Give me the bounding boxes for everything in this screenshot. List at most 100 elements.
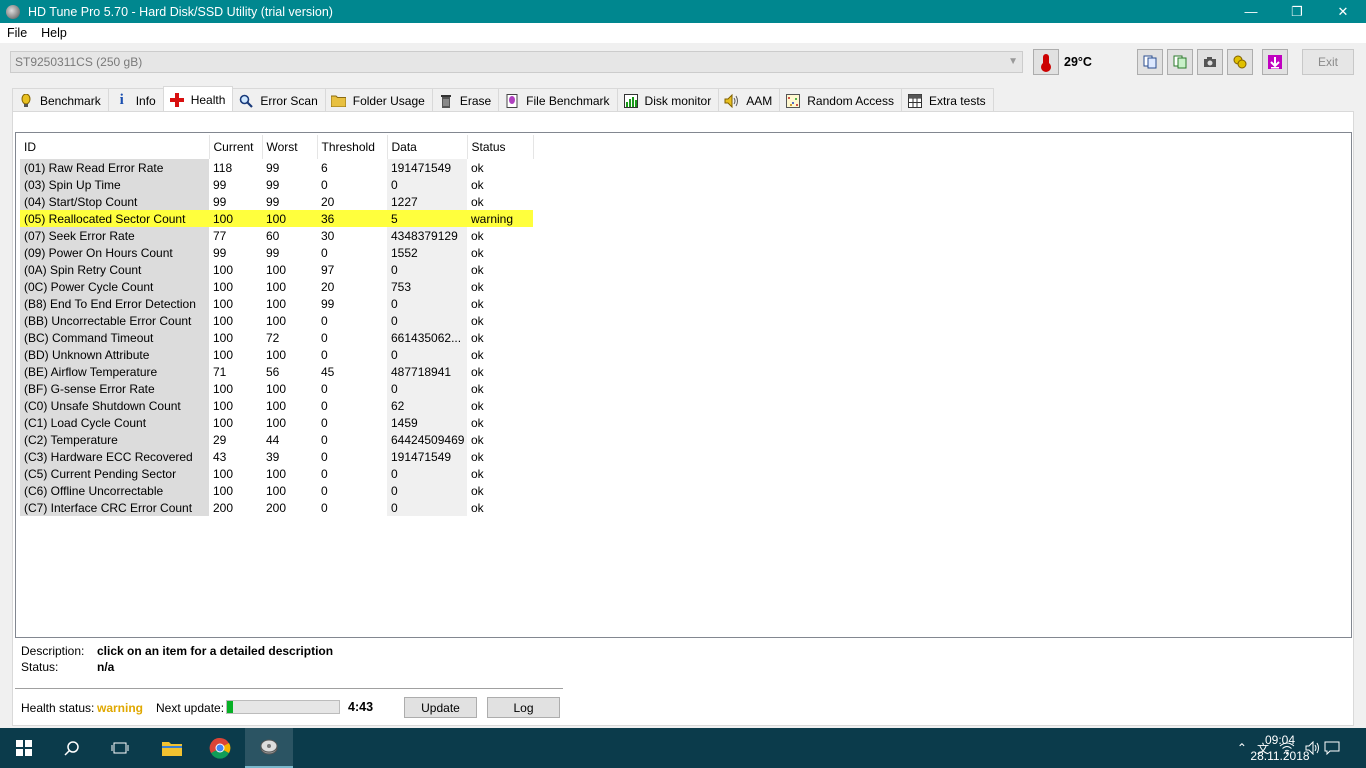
start-button[interactable] <box>0 728 48 768</box>
tab-health[interactable]: Health <box>162 86 234 112</box>
table-row[interactable]: (05) Reallocated Sector Count 100 100 36 5 wa… <box>20 210 533 227</box>
options-button[interactable] <box>1227 49 1253 75</box>
table-row[interactable]: (C5) Current Pending Sector 100 100 0 0 ok <box>20 465 533 482</box>
close-button[interactable]: ✕ <box>1320 0 1366 23</box>
cell-status: ok <box>471 381 484 396</box>
cell-id: (07) Seek Error Rate <box>20 227 209 244</box>
column-header-current[interactable]: Current <box>209 135 263 159</box>
table-row[interactable]: (C3) Hardware ECC Recovered 43 39 0 19147154… <box>20 448 533 465</box>
window-controls: — ❐ ✕ <box>1228 0 1366 23</box>
menu-help[interactable]: Help <box>34 26 74 40</box>
table-row[interactable]: (BE) Airflow Temperature 71 56 45 487718941 o… <box>20 363 533 380</box>
table-row[interactable]: (C1) Load Cycle Count 100 100 0 1459 ok <box>20 414 533 431</box>
show-hidden-icons-icon[interactable]: ⌃ <box>1237 741 1247 755</box>
file-explorer-button[interactable] <box>148 728 196 768</box>
drive-select[interactable]: ST9250311CS (250 gB) ▼ <box>10 51 1023 73</box>
table-row[interactable]: (07) Seek Error Rate 77 60 30 4348379129 ok <box>20 227 533 244</box>
cell-threshold: 0 <box>321 415 328 430</box>
table-row[interactable]: (C2) Temperature 29 44 0 64424509469 ok <box>20 431 533 448</box>
download-arrow-icon <box>1268 55 1282 69</box>
cell-current: 100 <box>213 398 234 413</box>
maximize-button[interactable]: ❐ <box>1274 0 1320 23</box>
chevron-down-icon: ▼ <box>1008 56 1018 67</box>
cell-current: 71 <box>213 364 227 379</box>
copy-text-button[interactable] <box>1137 49 1163 75</box>
cell-threshold: 0 <box>321 177 328 192</box>
chrome-icon <box>209 737 231 759</box>
column-header-data[interactable]: Data <box>387 135 468 159</box>
column-header-id[interactable]: ID <box>20 135 210 159</box>
cell-id: (05) Reallocated Sector Count <box>20 210 209 227</box>
next-update-progress <box>226 700 340 714</box>
error-scan-icon <box>238 93 254 109</box>
tab-aam[interactable]: AAM <box>718 88 781 112</box>
column-header-threshold[interactable]: Threshold <box>317 135 388 159</box>
temperature-value: 29°C <box>1064 55 1092 69</box>
options-icon <box>1233 55 1247 69</box>
table-row[interactable]: (BC) Command Timeout 100 72 0 661435062... ok <box>20 329 533 346</box>
cell-status: ok <box>471 364 484 379</box>
table-row[interactable]: (09) Power On Hours Count 99 99 0 1552 ok <box>20 244 533 261</box>
random-access-icon <box>785 93 801 109</box>
download-button[interactable] <box>1262 49 1288 75</box>
cell-status: ok <box>471 347 484 362</box>
copy-screenshot-button[interactable] <box>1167 49 1193 75</box>
cell-worst: 100 <box>266 296 287 311</box>
exit-button[interactable]: Exit <box>1302 49 1354 75</box>
clock[interactable]: 09:04 28.11.2018 <box>1248 732 1312 764</box>
table-row[interactable]: (C6) Offline Uncorrectable 100 100 0 0 ok <box>20 482 533 499</box>
table-row[interactable]: (01) Raw Read Error Rate 118 99 6 191471549 o… <box>20 159 533 176</box>
column-header-worst[interactable]: Worst <box>262 135 318 159</box>
table-row[interactable]: (0C) Power Cycle Count 100 100 20 753 ok <box>20 278 533 295</box>
temperature-button[interactable] <box>1033 49 1059 75</box>
table-row[interactable]: (C0) Unsafe Shutdown Count 100 100 0 62 ok <box>20 397 533 414</box>
cell-threshold: 0 <box>321 483 328 498</box>
cell-status: ok <box>471 449 484 464</box>
table-row[interactable]: (0A) Spin Retry Count 100 100 97 0 ok <box>20 261 533 278</box>
tab-extra-tests[interactable]: Extra tests <box>900 88 994 112</box>
cell-current: 100 <box>213 483 234 498</box>
table-row[interactable]: (B8) End To End Error Detection 100 100 99 0… <box>20 295 533 312</box>
tab-disk-monitor[interactable]: Disk monitor <box>616 88 720 112</box>
menu-file[interactable]: File <box>0 26 34 40</box>
cell-current: 77 <box>213 228 227 243</box>
tab-erase[interactable]: Erase <box>431 88 500 112</box>
cell-threshold: 45 <box>321 364 335 379</box>
cell-current: 100 <box>213 381 234 396</box>
hdtune-taskbar-button[interactable] <box>245 728 293 768</box>
cell-status: ok <box>471 228 484 243</box>
cell-data: 0 <box>387 465 467 482</box>
table-row[interactable]: (BB) Uncorrectable Error Count 100 100 0 0 ok <box>20 312 533 329</box>
cell-current: 100 <box>213 262 234 277</box>
tab-health-label: Health <box>190 92 226 107</box>
tab-error-scan[interactable]: Error Scan <box>232 88 326 112</box>
table-row[interactable]: (C7) Interface CRC Error Count 200 200 0 0 ok <box>20 499 533 516</box>
cell-id: (C0) Unsafe Shutdown Count <box>20 397 209 414</box>
cell-worst: 100 <box>266 262 287 277</box>
action-center-button[interactable] <box>1312 728 1352 768</box>
task-view-button[interactable] <box>96 728 144 768</box>
column-header-status[interactable]: Status <box>467 135 534 159</box>
tab-info[interactable]: i Info <box>107 88 164 112</box>
table-row[interactable]: (04) Start/Stop Count 99 99 20 1227 ok <box>20 193 533 210</box>
log-button[interactable]: Log <box>487 697 560 718</box>
table-row[interactable]: (BD) Unknown Attribute 100 100 0 0 ok <box>20 346 533 363</box>
search-button[interactable] <box>48 728 96 768</box>
divider <box>15 688 563 689</box>
cell-threshold: 0 <box>321 330 328 345</box>
update-button[interactable]: Update <box>404 697 477 718</box>
save-screenshot-button[interactable] <box>1197 49 1223 75</box>
tab-folder-usage[interactable]: Folder Usage <box>324 88 433 112</box>
table-row[interactable]: (BF) G-sense Error Rate 100 100 0 0 ok <box>20 380 533 397</box>
tab-file-benchmark[interactable]: File Benchmark <box>498 88 618 112</box>
cell-current: 99 <box>213 194 227 209</box>
next-update-countdown: 4:43 <box>348 700 374 714</box>
tab-benchmark-label: Benchmark <box>40 93 101 108</box>
smart-table-frame[interactable]: ID Current Worst Threshold Data Status (… <box>15 132 1352 638</box>
minimize-button[interactable]: — <box>1228 0 1274 23</box>
tab-random-access[interactable]: Random Access <box>779 88 902 112</box>
tab-benchmark[interactable]: Benchmark <box>12 88 109 112</box>
table-body: (01) Raw Read Error Rate 118 99 6 191471549 o… <box>20 159 533 516</box>
chrome-button[interactable] <box>196 728 244 768</box>
table-row[interactable]: (03) Spin Up Time 99 99 0 0 ok <box>20 176 533 193</box>
